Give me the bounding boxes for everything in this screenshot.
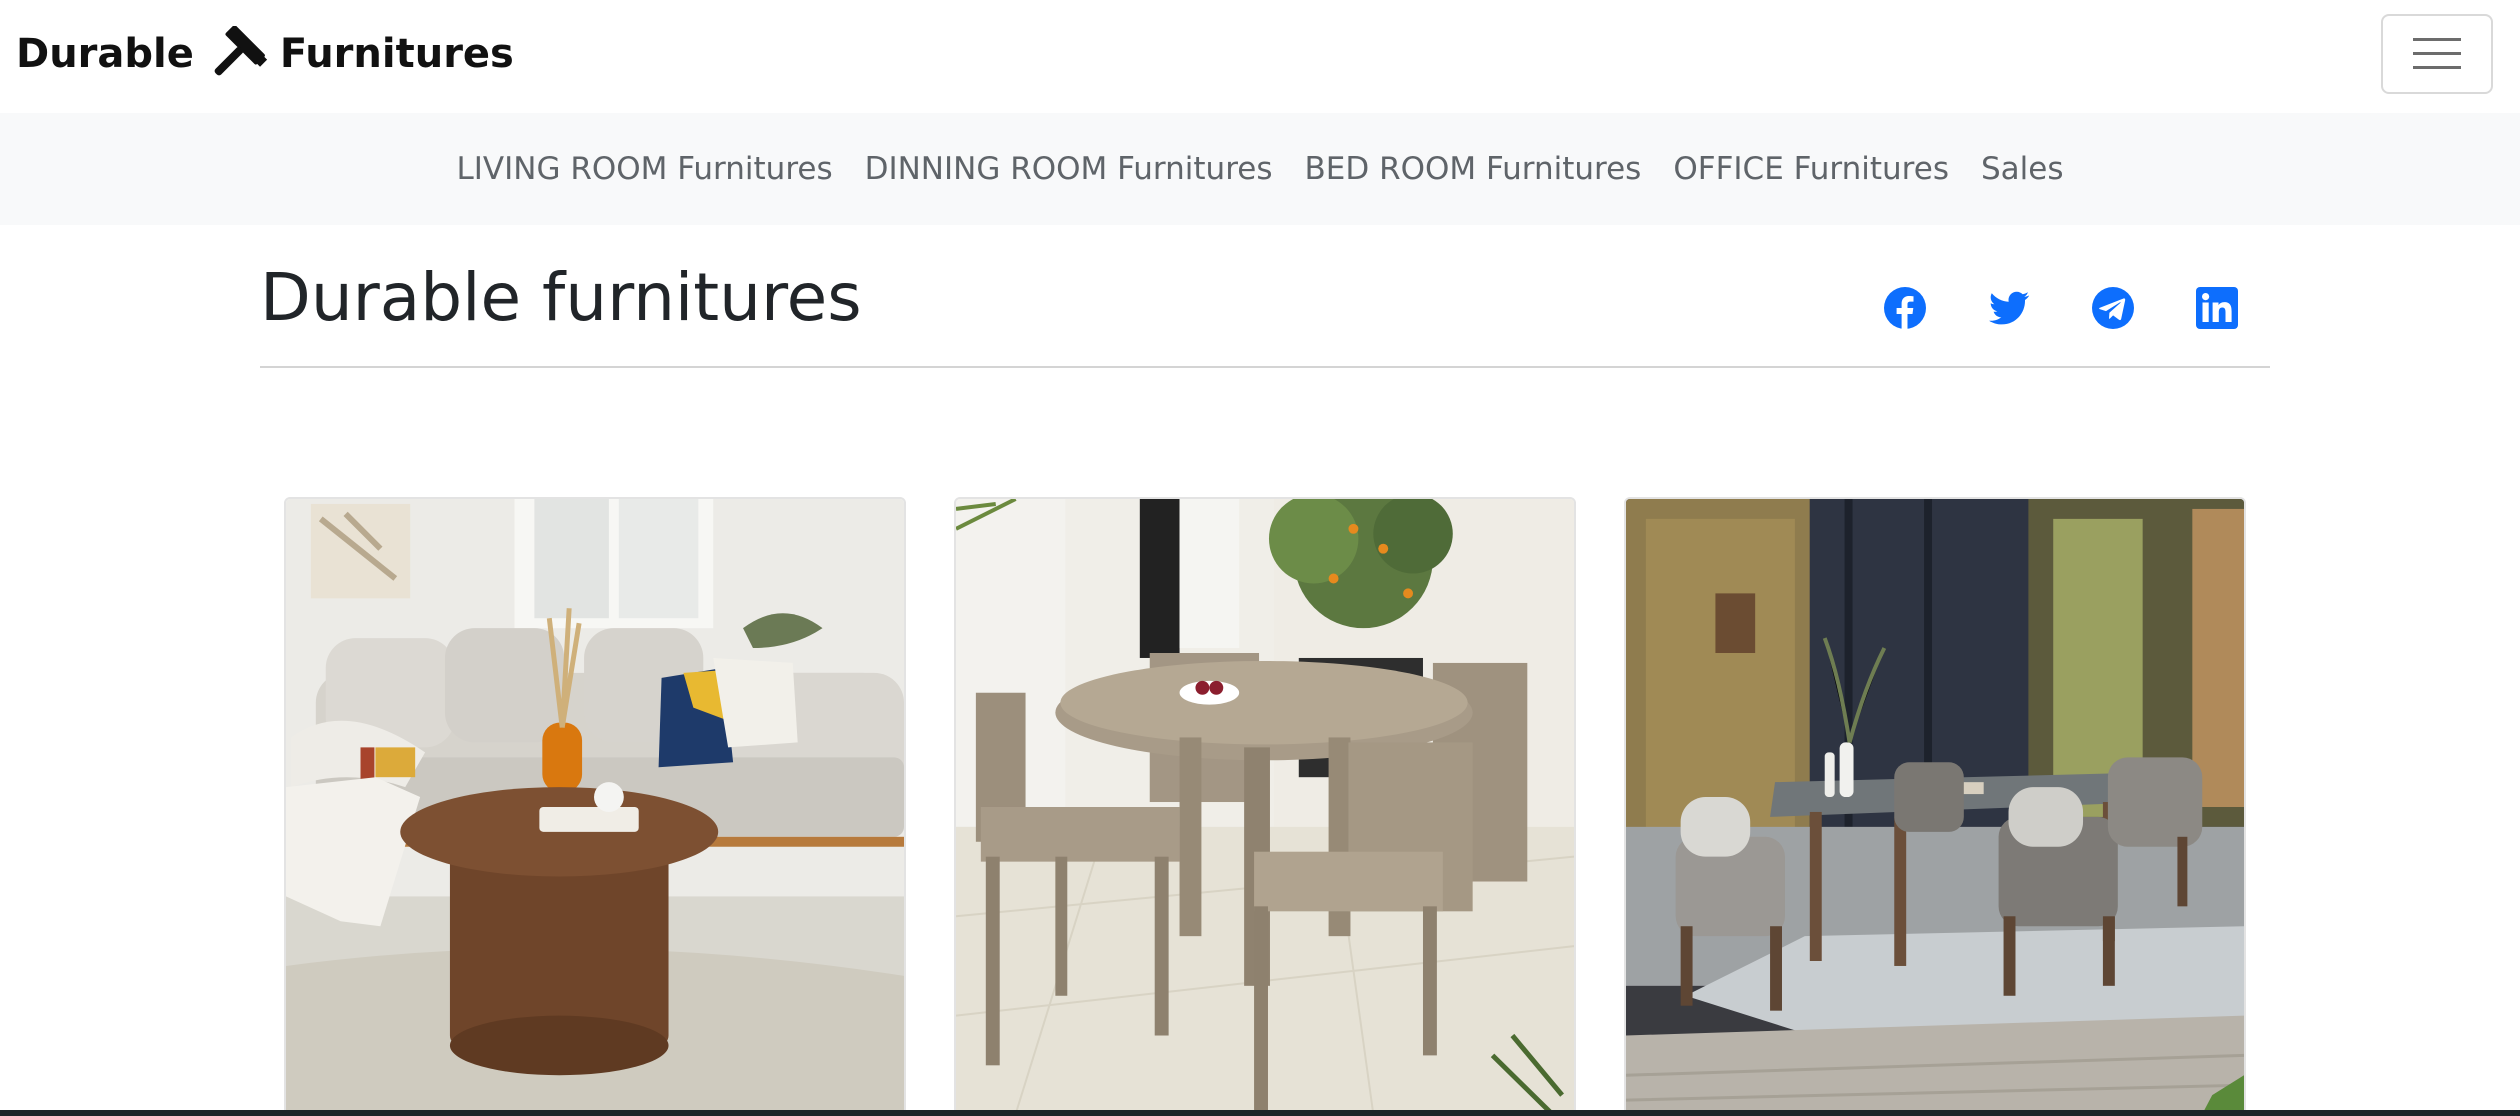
telegram-icon[interactable]: [2091, 286, 2135, 330]
title-divider: [260, 366, 2270, 368]
living-room-sofa-coffee-table-photo: [286, 499, 904, 1114]
window-bottom-edge: [0, 1110, 2520, 1116]
linkedin-icon[interactable]: [2195, 286, 2239, 330]
navbar-toggle-button[interactable]: [2381, 14, 2493, 94]
product-card-living-room[interactable]: [284, 497, 906, 1116]
nav-link-sales[interactable]: Sales: [1965, 151, 2080, 187]
hammer-icon: [206, 25, 270, 82]
category-nav: LIVING ROOM Furnitures DINNING ROOM Furn…: [0, 113, 2520, 225]
nav-link-dinning-room[interactable]: DINNING ROOM Furnitures: [849, 151, 1289, 187]
nav-link-bed-room[interactable]: BED ROOM Furnitures: [1288, 151, 1657, 187]
brand-logo[interactable]: Durable Furnitures: [16, 25, 514, 82]
twitter-icon[interactable]: [1987, 286, 2031, 330]
product-card-outdoor-dining[interactable]: [954, 497, 1576, 1116]
hamburger-icon: [2413, 38, 2461, 69]
brand-word-1: Durable: [16, 31, 194, 77]
facebook-icon[interactable]: [1883, 286, 1927, 330]
page-title: Durable furnitures: [260, 259, 862, 336]
navbar: Durable Furnitures: [0, 0, 2520, 113]
product-card-patio-dining[interactable]: [1624, 497, 2246, 1116]
nav-link-living-room[interactable]: LIVING ROOM Furnitures: [441, 151, 849, 187]
nav-link-office[interactable]: OFFICE Furnitures: [1657, 151, 1965, 187]
patio-dining-table-on-deck-photo: [1626, 499, 2244, 1114]
brand-word-2: Furnitures: [279, 31, 514, 77]
outdoor-round-wooden-dining-set-photo: [956, 499, 1574, 1114]
